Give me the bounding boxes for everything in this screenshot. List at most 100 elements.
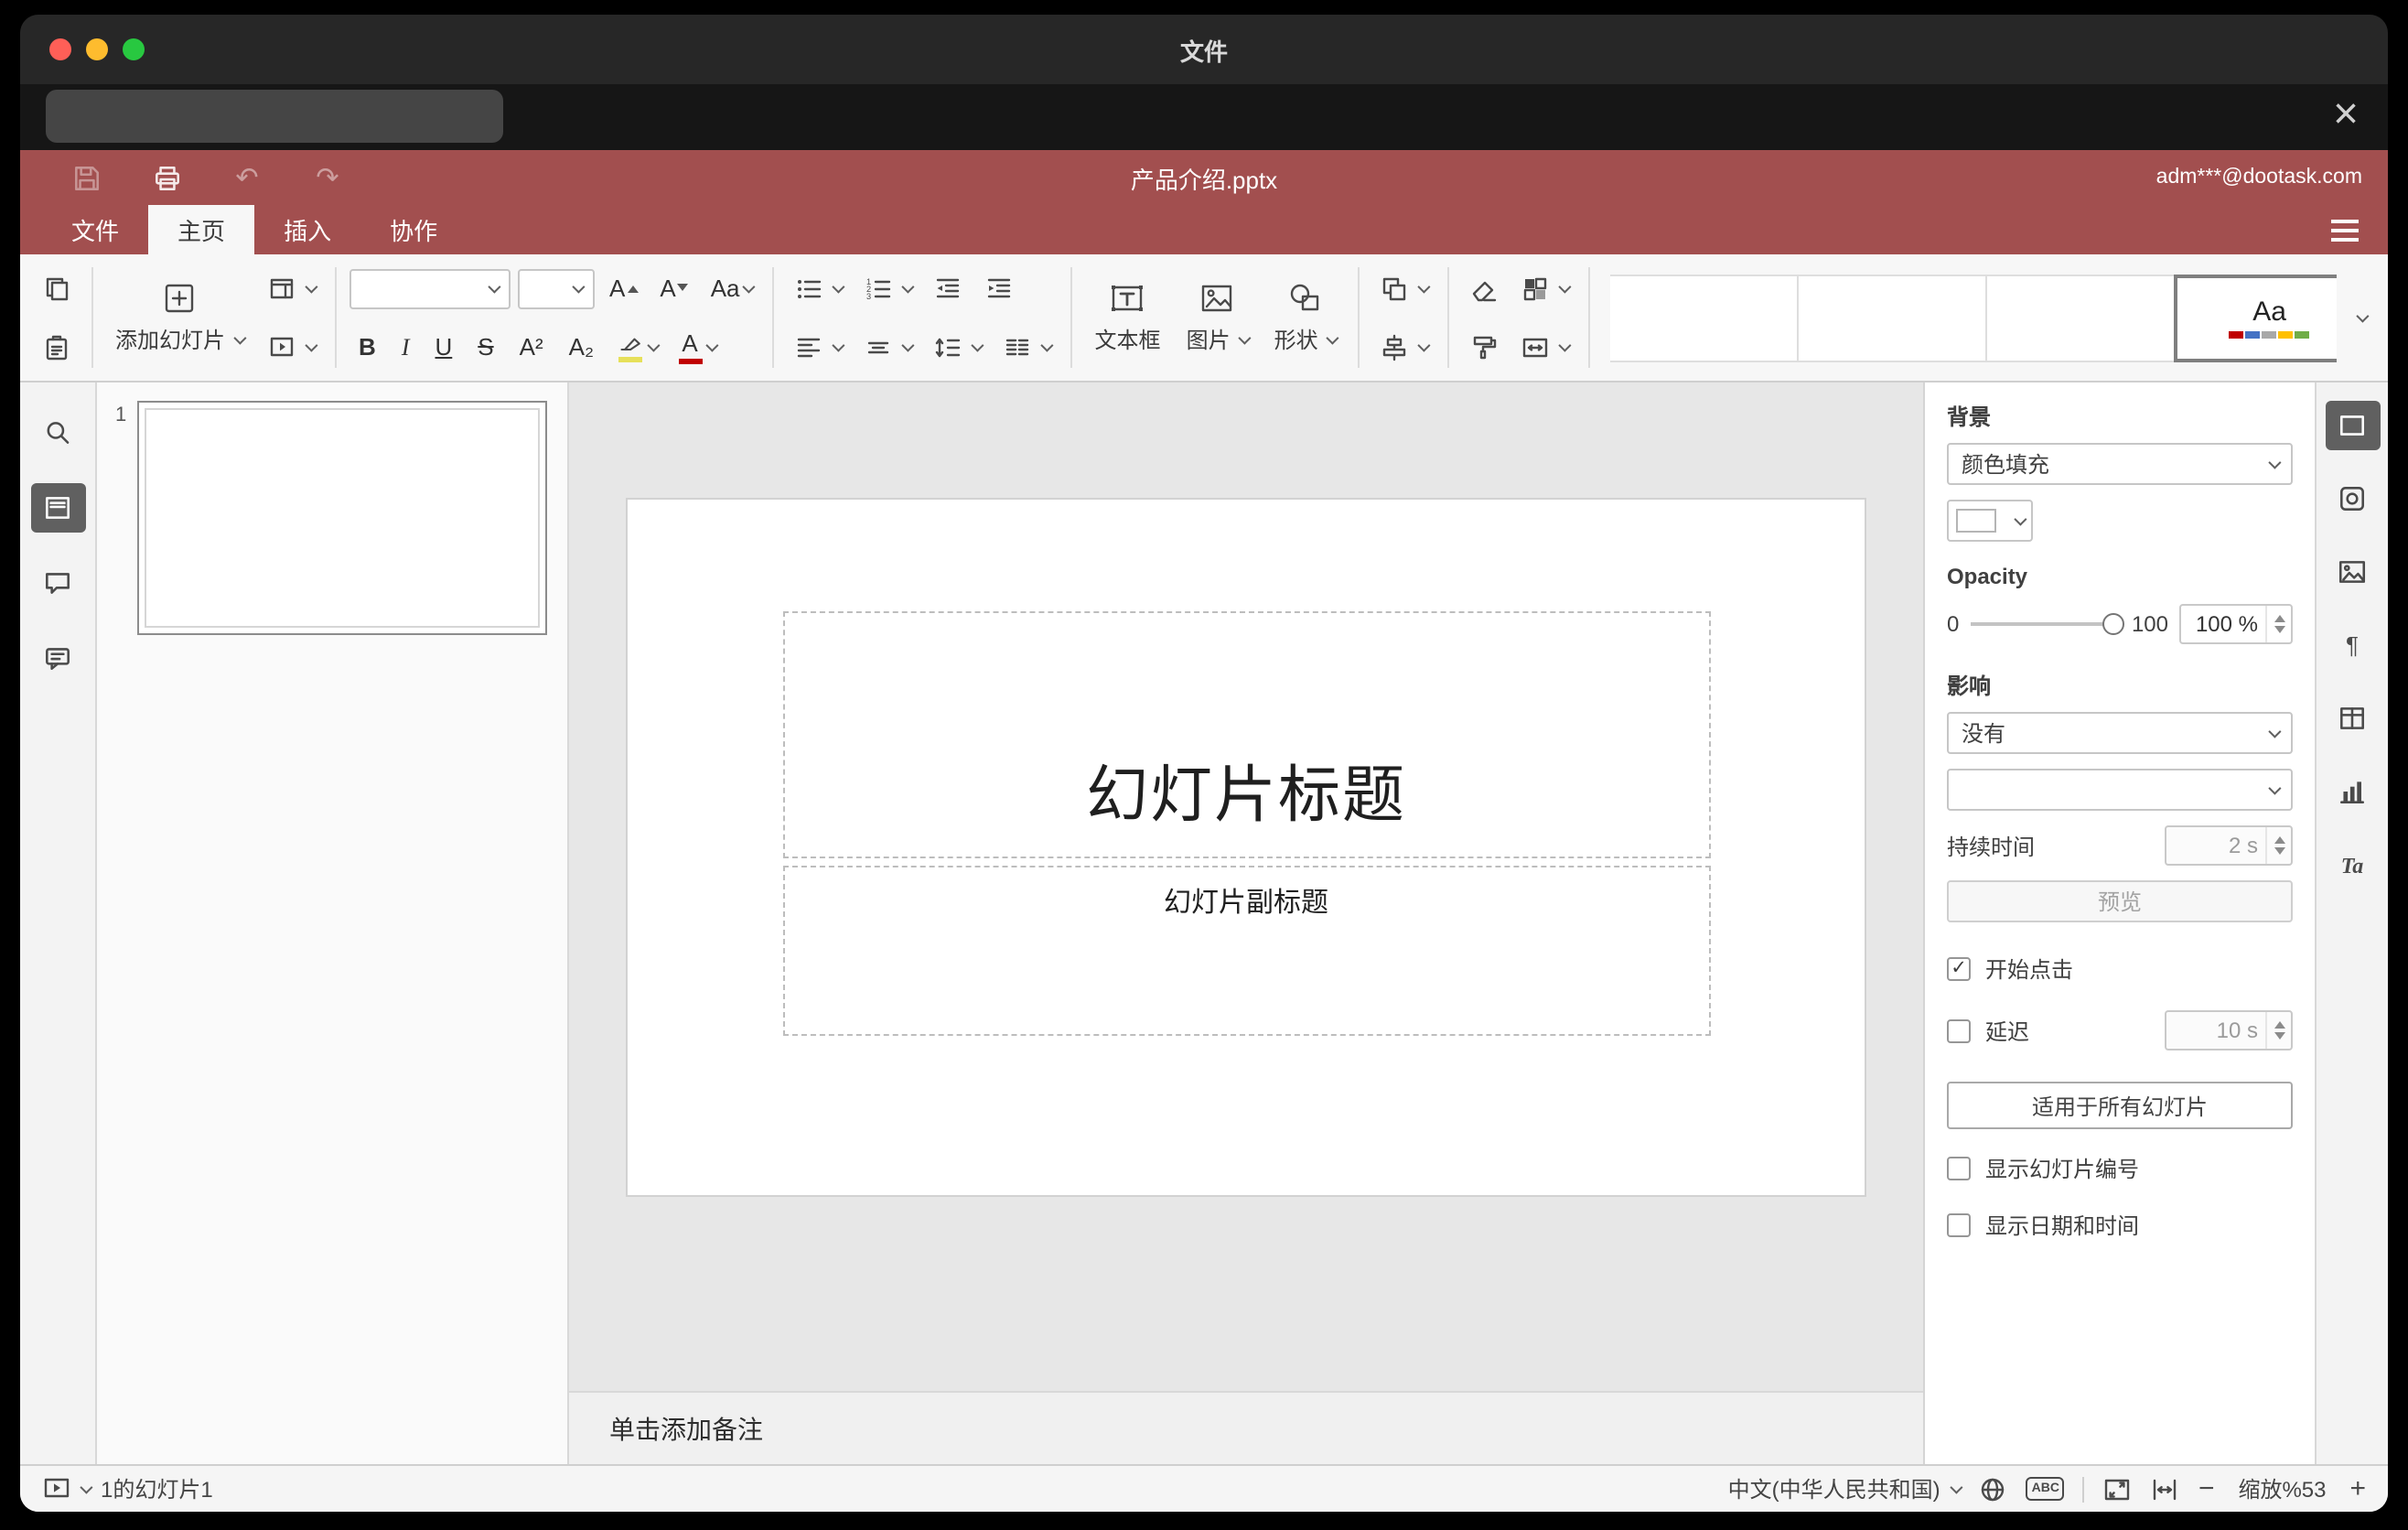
zoom-out-button[interactable]: − bbox=[2198, 1475, 2215, 1503]
color-schemes-button[interactable] bbox=[1514, 263, 1576, 314]
menu-icon[interactable] bbox=[2331, 205, 2359, 254]
insert-image-button[interactable]: 图片 bbox=[1174, 254, 1262, 381]
fit-width-button[interactable] bbox=[2151, 1474, 2180, 1503]
theme-option[interactable] bbox=[1985, 274, 2177, 361]
minimize-traffic-light[interactable] bbox=[86, 38, 108, 60]
save-button[interactable] bbox=[68, 157, 104, 198]
strikeout-button[interactable]: S bbox=[468, 331, 502, 362]
add-slide-button[interactable]: 添加幻灯片 bbox=[102, 254, 256, 381]
subtitle-placeholder[interactable]: 幻灯片副标题 bbox=[782, 865, 1710, 1036]
arrange-shape-button[interactable] bbox=[1373, 263, 1435, 314]
clear-style-button[interactable] bbox=[1463, 263, 1507, 314]
fullscreen-traffic-light[interactable] bbox=[123, 38, 145, 60]
tab-collaboration[interactable]: 协作 bbox=[360, 205, 467, 254]
theme-option-selected[interactable]: Aa bbox=[2174, 274, 2337, 361]
insert-textbox-button[interactable]: 文本框 bbox=[1082, 254, 1174, 381]
slide-settings-button[interactable] bbox=[2325, 401, 2380, 450]
spellcheck-button[interactable]: ABC bbox=[2026, 1477, 2065, 1501]
delay-input[interactable]: 10 s bbox=[2165, 1010, 2293, 1051]
delay-option[interactable]: 延迟 10 s bbox=[1947, 1010, 2293, 1051]
effect-type-select[interactable] bbox=[1947, 769, 2293, 811]
language-button[interactable]: 中文(中华人民共和国) bbox=[1728, 1473, 1964, 1504]
up-arrow-icon bbox=[627, 286, 639, 293]
zoom-in-button[interactable]: + bbox=[2349, 1475, 2366, 1503]
duration-input[interactable]: 2 s bbox=[2165, 825, 2293, 866]
more-themes-button[interactable] bbox=[2340, 274, 2377, 361]
start-slideshow-button[interactable] bbox=[260, 321, 322, 372]
align-shape-button[interactable] bbox=[1373, 321, 1435, 372]
divider bbox=[91, 267, 93, 368]
show-date-time-option[interactable]: 显示日期和时间 bbox=[1947, 1210, 2293, 1241]
subscript-button[interactable]: A₂ bbox=[560, 331, 603, 362]
tab-insert[interactable]: 插入 bbox=[254, 205, 360, 254]
font-size-select[interactable] bbox=[518, 268, 596, 308]
search-button[interactable] bbox=[30, 408, 85, 458]
bullets-button[interactable] bbox=[788, 263, 850, 314]
opacity-input[interactable]: 100 % bbox=[2179, 604, 2293, 644]
italic-button[interactable]: I bbox=[392, 331, 419, 362]
comments-button[interactable] bbox=[30, 558, 85, 608]
slide-canvas[interactable]: 幻灯片标题 幻灯片副标题 bbox=[569, 382, 1923, 1391]
down-arrow-icon bbox=[2274, 1032, 2284, 1040]
close-preview-button[interactable]: × bbox=[2333, 84, 2359, 146]
slide-layout-button[interactable] bbox=[260, 263, 322, 314]
spinner-arrows[interactable] bbox=[2265, 827, 2291, 864]
chevron-down-icon bbox=[1326, 331, 1340, 345]
highlight-color-button[interactable] bbox=[610, 329, 663, 365]
print-button[interactable] bbox=[148, 157, 185, 198]
paragraph-settings-button[interactable]: ¶ bbox=[2325, 620, 2380, 670]
image-settings-button[interactable] bbox=[2325, 547, 2380, 597]
slide-thumbnail[interactable] bbox=[137, 401, 547, 635]
chat-button[interactable] bbox=[30, 633, 85, 683]
theme-option[interactable] bbox=[1797, 274, 1988, 361]
increase-indent-button[interactable] bbox=[978, 263, 1022, 314]
theme-option[interactable] bbox=[1610, 274, 1800, 361]
bold-button[interactable]: B bbox=[349, 331, 385, 362]
chart-settings-button[interactable] bbox=[2325, 767, 2380, 816]
shape-settings-button[interactable] bbox=[2325, 474, 2380, 523]
spinner-arrows[interactable] bbox=[2265, 1012, 2291, 1049]
vertical-align-button[interactable] bbox=[857, 321, 919, 372]
line-spacing-button[interactable] bbox=[927, 321, 989, 372]
slide-size-button[interactable] bbox=[1514, 321, 1576, 372]
start-slideshow-status-button[interactable] bbox=[42, 1475, 93, 1503]
opacity-slider-knob[interactable] bbox=[2102, 612, 2124, 634]
tab-file[interactable]: 文件 bbox=[42, 205, 148, 254]
undo-button[interactable]: ↶ bbox=[229, 157, 265, 198]
background-color-select[interactable] bbox=[1947, 500, 2033, 542]
copy-button[interactable] bbox=[35, 263, 79, 314]
title-placeholder[interactable]: 幻灯片标题 bbox=[782, 610, 1710, 858]
font-color-button[interactable]: A bbox=[671, 327, 722, 367]
change-case-button[interactable]: Aa bbox=[704, 273, 760, 304]
font-name-select[interactable] bbox=[349, 268, 511, 308]
textart-settings-button[interactable]: Ta bbox=[2325, 840, 2380, 889]
slide[interactable]: 幻灯片标题 幻灯片副标题 bbox=[628, 500, 1865, 1195]
redo-button[interactable]: ↷ bbox=[309, 157, 346, 198]
document-language-button[interactable] bbox=[1979, 1474, 2008, 1503]
background-fill-select[interactable]: 颜色填充 bbox=[1947, 443, 2293, 485]
horizontal-align-button[interactable] bbox=[788, 321, 850, 372]
tab-home[interactable]: 主页 bbox=[148, 205, 255, 254]
close-traffic-light[interactable] bbox=[49, 38, 71, 60]
copy-style-button[interactable] bbox=[1463, 321, 1507, 372]
numbering-button[interactable]: 123 bbox=[857, 263, 919, 314]
insert-shape-button[interactable]: 形状 bbox=[1262, 254, 1349, 381]
underline-button[interactable]: U bbox=[426, 331, 462, 362]
table-settings-button[interactable] bbox=[2325, 694, 2380, 743]
preview-button[interactable]: 预览 bbox=[1947, 880, 2293, 922]
spinner-arrows[interactable] bbox=[2265, 606, 2291, 642]
paste-button[interactable] bbox=[35, 321, 79, 372]
opacity-slider[interactable] bbox=[1970, 612, 2124, 634]
start-on-click-option[interactable]: ✓ 开始点击 bbox=[1947, 954, 2293, 985]
show-slide-number-option[interactable]: 显示幻灯片编号 bbox=[1947, 1153, 2293, 1184]
superscript-button[interactable]: A² bbox=[511, 331, 553, 362]
insert-columns-button[interactable] bbox=[996, 321, 1059, 372]
increase-font-size-button[interactable]: A bbox=[602, 273, 645, 304]
effect-select[interactable]: 没有 bbox=[1947, 712, 2293, 754]
slides-panel-button[interactable] bbox=[30, 483, 85, 533]
decrease-font-size-button[interactable]: A bbox=[652, 273, 695, 304]
fit-slide-button[interactable] bbox=[2103, 1474, 2133, 1503]
apply-to-all-slides-button[interactable]: 适用于所有幻灯片 bbox=[1947, 1082, 2293, 1129]
notes-area[interactable]: 单击添加备注 bbox=[569, 1391, 1923, 1464]
decrease-indent-button[interactable] bbox=[927, 263, 971, 314]
